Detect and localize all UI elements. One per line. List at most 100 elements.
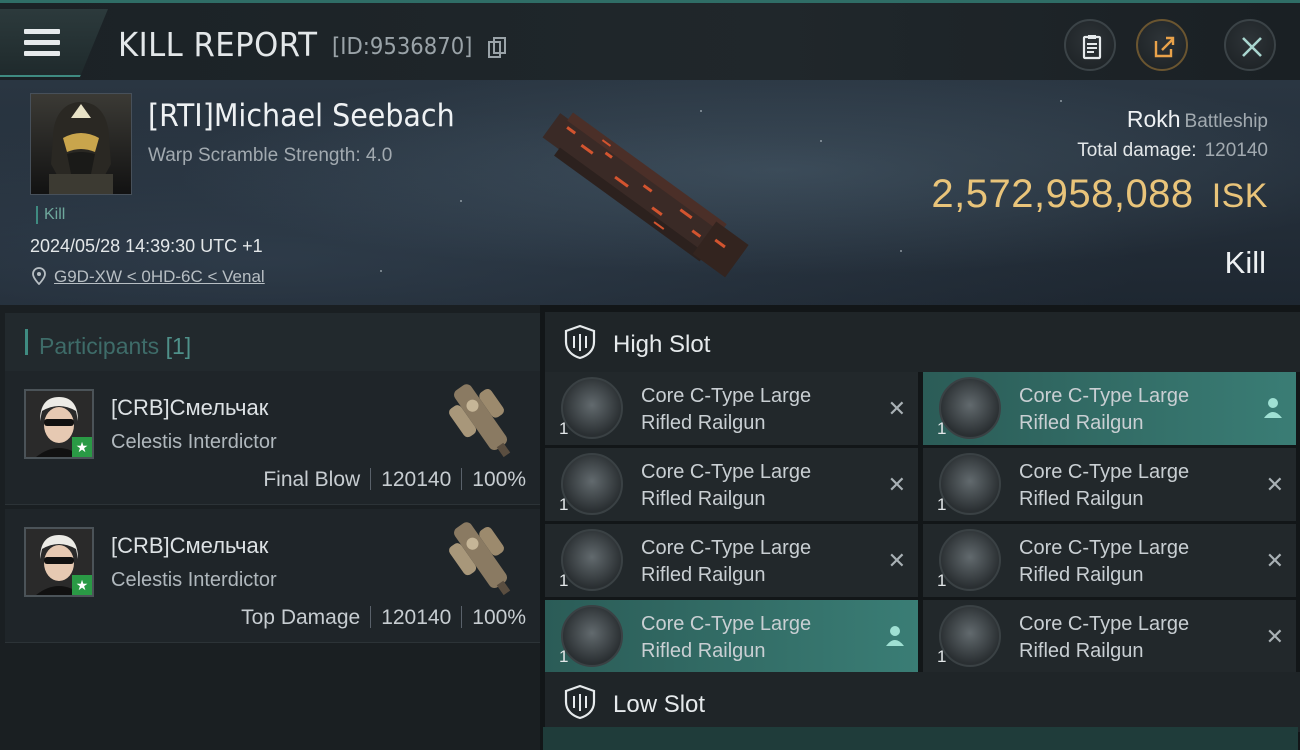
dropped-person-icon [886,626,904,646]
module-name: Core C-Type Large [1019,385,1190,407]
victim-summary: [RTI]Michael Seebach Warp Scramble Stren… [0,80,1300,305]
module-name: Core C-Type Large [641,385,812,407]
module-slot[interactable]: 1 Core C-Type Large Rifled Railgun ✕ [545,372,918,445]
module-name: Core C-Type Large [1019,613,1190,635]
rokh-ship-image[interactable] [520,100,770,285]
participant-name[interactable]: [CRB]Смельчак [111,533,268,559]
divider [461,606,463,628]
participants-title: Participants [1] [39,333,191,360]
railgun-module-icon [561,605,623,667]
module-slot[interactable]: 1 Core C-Type Large Rifled Railgun ✕ [923,448,1296,521]
participants-panel: Participants [1] ★ [CRB]Смельчак Celesti… [0,305,540,750]
participant-percent: 100% [472,606,526,629]
ship-class: Battleship [1184,111,1268,132]
participants-header[interactable]: Participants [1] [5,313,540,371]
participant-damage: 120140 [381,606,452,629]
low-slot-shield-icon [564,684,596,720]
avatar[interactable]: ★ [24,527,94,597]
high-slot-header[interactable]: High Slot [545,312,1300,372]
module-slot[interactable]: 1 Core C-Type Large Rifled Railgun ✕ [545,524,918,597]
kill-tag: Kill [36,206,65,224]
low-slot-label: Low Slot [613,691,706,718]
module-quantity: 1 [937,571,947,590]
close-button[interactable] [1224,19,1276,71]
total-damage-value: 120140 [1204,140,1268,161]
high-slot-label: High Slot [613,331,711,358]
report-id: [ID:9536870] [332,34,473,60]
participant-stats: Final Blow 120140 100% [263,468,526,492]
star-badge-icon: ★ [72,575,92,595]
participant-row[interactable]: ★ [CRB]Смельчак Celestis Interdictor Fin… [5,371,540,505]
divider [370,468,372,490]
victim-portrait[interactable] [30,93,132,195]
low-slot-row-partial[interactable] [543,727,1298,750]
railgun-module-icon [939,377,1001,439]
module-quantity: 1 [937,647,947,666]
module-quantity: 1 [559,647,569,666]
location-pin-icon [32,267,46,285]
kill-datetime: 2024/05/28 14:39:30 UTC +1 [30,236,263,256]
low-slot-header[interactable]: Low Slot [545,672,1300,732]
module-name: Rifled Railgun [1019,488,1144,510]
module-quantity: 1 [937,495,947,514]
participant-percent: 100% [472,468,526,491]
destroyed-x-icon: ✕ [1265,548,1284,573]
fitting-panel: High Slot 1 Core C-Type Large Rifled Rai… [540,305,1300,750]
module-quantity: 1 [559,419,569,438]
module-slot[interactable]: 1 Core C-Type Large Rifled Railgun [545,600,918,673]
share-icon [1154,36,1175,58]
celestis-ship-image[interactable] [435,373,530,469]
destroyed-x-icon: ✕ [1265,472,1284,497]
clipboard-button[interactable] [1064,19,1116,71]
railgun-module-icon [939,605,1001,667]
victim-name[interactable]: [RTI]Michael Seebach [148,98,455,134]
module-slot[interactable]: 1 Core C-Type Large Rifled Railgun ✕ [923,600,1296,673]
participant-damage: 120140 [381,468,452,491]
participant-stats: Top Damage 120140 100% [241,606,526,630]
module-name: Rifled Railgun [1019,412,1144,434]
module-name: Core C-Type Large [641,461,812,483]
participant-ship: Celestis Interdictor [111,431,277,453]
header-accent-bar [25,329,28,355]
module-name: Rifled Railgun [641,412,766,434]
divider [461,468,463,490]
total-damage-label: Total damage: [1077,140,1197,161]
participant-role: Top Damage [241,606,361,629]
avatar[interactable]: ★ [24,389,94,459]
share-button[interactable] [1136,19,1188,71]
destroyed-x-icon: ✕ [887,396,906,421]
module-quantity: 1 [559,495,569,514]
module-name: Rifled Railgun [641,564,766,586]
module-name: Core C-Type Large [1019,537,1190,559]
divider [370,606,372,628]
module-slot[interactable]: 1 Core C-Type Large Rifled Railgun ✕ [923,524,1296,597]
isk-amount: 2,572,958,088 [931,172,1194,216]
module-name: Core C-Type Large [641,613,812,635]
star-badge-icon: ★ [72,437,92,457]
destroyed-x-icon: ✕ [887,548,906,573]
module-name: Core C-Type Large [641,537,812,559]
top-bar: KILL REPORT [ID:9536870] [0,0,1300,83]
participant-name[interactable]: [CRB]Смельчак [111,395,268,421]
railgun-module-icon [939,529,1001,591]
total-damage: Total damage: 120140 [1077,140,1268,162]
copy-icon[interactable] [488,37,506,59]
isk-unit: ISK [1211,177,1268,215]
result-label: Kill [1224,245,1266,280]
module-name: Rifled Railgun [1019,564,1144,586]
module-slot[interactable]: 1 Core C-Type Large Rifled Railgun ✕ [545,448,918,521]
destroyed-x-icon: ✕ [1265,624,1284,649]
participants-label: Participants [39,333,160,359]
module-name: Rifled Railgun [1019,640,1144,662]
module-slot[interactable]: 1 Core C-Type Large Rifled Railgun [923,372,1296,445]
participant-role: Final Blow [263,468,361,491]
participants-count: [1] [165,333,192,359]
kill-location[interactable]: G9D-XW < 0HD-6C < Venal [32,267,265,287]
location-link[interactable]: G9D-XW < 0HD-6C < Venal [54,267,265,286]
menu-button[interactable] [0,9,108,77]
participant-row[interactable]: ★ [CRB]Смельчак Celestis Interdictor Top… [5,509,540,643]
module-name: Rifled Railgun [641,640,766,662]
participant-ship: Celestis Interdictor [111,569,277,591]
celestis-ship-image[interactable] [435,511,530,607]
module-quantity: 1 [559,571,569,590]
